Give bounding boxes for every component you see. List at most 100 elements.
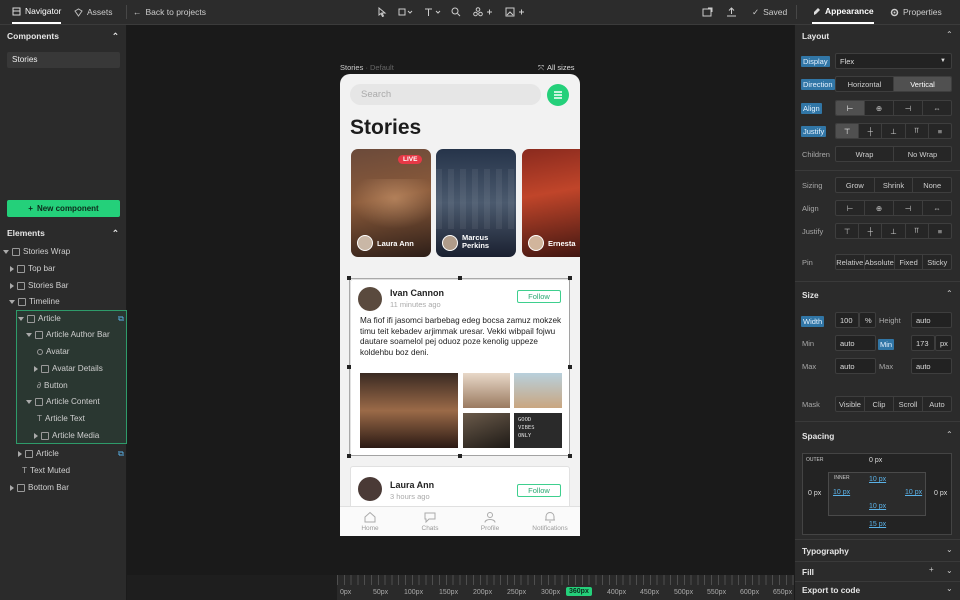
- margin-right[interactable]: 0 px: [934, 490, 947, 497]
- tree-item-text-muted[interactable]: T Text Muted: [22, 462, 70, 479]
- tree-item-stories-bar[interactable]: Stories Bar: [10, 277, 69, 294]
- resize-handle[interactable]: [458, 454, 462, 458]
- padding-bottom[interactable]: 10 px: [869, 503, 886, 510]
- plus-icon[interactable]: +: [929, 565, 934, 574]
- justify-between-icon[interactable]: ⫪: [906, 224, 929, 238]
- zoom-tool[interactable]: [451, 0, 461, 24]
- ruler-label[interactable]: 600px: [740, 589, 759, 596]
- select-tool[interactable]: [377, 0, 387, 24]
- ruler-label[interactable]: 650px: [773, 589, 792, 596]
- frame-tool[interactable]: [397, 0, 413, 24]
- story-card[interactable]: Ernesta: [522, 149, 580, 257]
- ruler-label[interactable]: 250px: [507, 589, 526, 596]
- align-end-icon[interactable]: ⊣: [894, 201, 923, 215]
- media-image[interactable]: [463, 413, 510, 448]
- tree-item-article-selected[interactable]: Article ⧉: [18, 310, 124, 327]
- mask-auto[interactable]: Auto: [923, 397, 951, 411]
- ruler-label[interactable]: 0px: [340, 589, 351, 596]
- ruler-label[interactable]: 500px: [674, 589, 693, 596]
- margin-left[interactable]: 0 px: [808, 490, 821, 497]
- justify-toggle[interactable]: ⊤ ┼ ⊥ ⫪ ≡: [835, 123, 952, 139]
- resize-handle[interactable]: [568, 454, 572, 458]
- chevron-up-icon[interactable]: ⌃: [946, 289, 953, 298]
- sizing-shrink[interactable]: Shrink: [875, 178, 914, 192]
- tree-item-top-bar[interactable]: Top bar: [10, 260, 55, 277]
- width-unit-select[interactable]: %: [859, 312, 876, 328]
- ruler-label[interactable]: 550px: [707, 589, 726, 596]
- max-width-input[interactable]: auto: [835, 358, 876, 374]
- chevron-down-icon[interactable]: ⌄: [946, 545, 953, 554]
- pin-relative[interactable]: Relative: [836, 255, 865, 269]
- tab-properties[interactable]: Properties: [890, 0, 942, 24]
- text-tool[interactable]: [424, 0, 442, 24]
- spacing-inner-box[interactable]: INNER 10 px 10 px 10 px 10 px: [828, 472, 926, 516]
- phone-frame[interactable]: Search Stories LIVE Laura Ann Marcus Per…: [340, 74, 580, 536]
- resize-handle[interactable]: [347, 454, 351, 458]
- max-height-input[interactable]: auto: [911, 358, 952, 374]
- pin-sticky[interactable]: Sticky: [923, 255, 951, 269]
- tree-item-article-author-bar[interactable]: Article Author Bar: [26, 326, 110, 343]
- align-center-icon[interactable]: ⊕: [865, 101, 894, 115]
- align-end-icon[interactable]: ⊣: [894, 101, 923, 115]
- publish-button[interactable]: [726, 0, 737, 24]
- pin-fixed[interactable]: Fixed: [895, 255, 924, 269]
- padding-top[interactable]: 10 px: [869, 476, 886, 483]
- children-nowrap[interactable]: No Wrap: [894, 147, 951, 161]
- justify-center-icon[interactable]: ┼: [859, 224, 883, 238]
- margin-top[interactable]: 0 px: [869, 457, 882, 464]
- chevron-up-icon[interactable]: ⌃: [946, 430, 953, 439]
- media-image-quote[interactable]: GOOD VIBES ONLY: [514, 413, 562, 448]
- tree-item-bottom-bar[interactable]: Bottom Bar: [10, 479, 69, 496]
- min-height-unit-select[interactable]: px: [935, 335, 952, 351]
- align-center-icon[interactable]: ⊕: [865, 201, 894, 215]
- ruler-label[interactable]: 400px: [607, 589, 626, 596]
- align-stretch-icon[interactable]: ⇔: [923, 201, 951, 215]
- media-image[interactable]: [514, 373, 562, 408]
- justify-end-icon[interactable]: ⊥: [882, 224, 906, 238]
- tree-item-stories-wrap[interactable]: Stories Wrap: [3, 243, 70, 260]
- media-image[interactable]: [463, 373, 510, 408]
- new-component-button[interactable]: + New component: [7, 200, 120, 217]
- justify-end-icon[interactable]: ⊥: [882, 124, 906, 138]
- pin-absolute[interactable]: Absolute: [865, 255, 895, 269]
- height-input[interactable]: auto: [911, 312, 952, 328]
- add-component-tool[interactable]: [473, 0, 493, 24]
- self-align-toggle[interactable]: ⊢ ⊕ ⊣ ⇔: [835, 200, 952, 216]
- chevron-down-icon[interactable]: ⌄: [946, 566, 953, 575]
- layout-section-title[interactable]: Layout: [802, 31, 829, 41]
- mask-scroll[interactable]: Scroll: [894, 397, 923, 411]
- tree-item-timeline[interactable]: Timeline: [9, 293, 60, 310]
- resize-handle[interactable]: [568, 365, 572, 369]
- tree-item-button[interactable]: ∂ Button: [37, 377, 68, 394]
- sizing-toggle[interactable]: Grow Shrink None: [835, 177, 952, 193]
- tree-item-avatar[interactable]: Avatar: [37, 343, 70, 360]
- resize-handle[interactable]: [458, 276, 462, 280]
- tree-item-avatar-details[interactable]: Avatar Details: [34, 360, 103, 377]
- tab-assets[interactable]: Assets: [74, 0, 113, 24]
- ruler-label[interactable]: 200px: [473, 589, 492, 596]
- resize-handle[interactable]: [347, 365, 351, 369]
- components-header[interactable]: Components ⌃: [0, 26, 127, 46]
- align-start-icon[interactable]: ⊢: [836, 101, 865, 115]
- justify-start-icon[interactable]: ⊤: [836, 224, 860, 238]
- size-section-title[interactable]: Size: [802, 290, 819, 300]
- min-width-input[interactable]: auto: [835, 335, 876, 351]
- menu-button[interactable]: [547, 84, 569, 106]
- nav-home[interactable]: Home: [340, 507, 400, 536]
- children-wrap[interactable]: Wrap: [836, 147, 894, 161]
- align-start-icon[interactable]: ⊢: [836, 201, 865, 215]
- mask-toggle[interactable]: Visible Clip Scroll Auto: [835, 396, 952, 412]
- spacing-outer-box[interactable]: OUTER 0 px 0 px 0 px 15 px INNER 10 px 1…: [802, 453, 952, 535]
- elements-header[interactable]: Elements ⌃: [0, 223, 127, 243]
- resize-handle[interactable]: [568, 276, 572, 280]
- follow-button[interactable]: Follow: [517, 484, 561, 497]
- nav-profile[interactable]: Profile: [460, 507, 520, 536]
- display-select[interactable]: Flex ▼: [835, 53, 952, 69]
- media-image[interactable]: [360, 373, 458, 448]
- preview-button[interactable]: [702, 0, 713, 24]
- export-section-title[interactable]: Export to code: [802, 585, 860, 595]
- align-stretch-icon[interactable]: ⇔: [923, 101, 951, 115]
- direction-horizontal[interactable]: Horizontal: [836, 77, 894, 91]
- breakpoint-ruler[interactable]: 0px 50px 100px 150px 200px 250px 300px 3…: [337, 575, 794, 600]
- ruler-active-label[interactable]: 360px: [566, 587, 592, 596]
